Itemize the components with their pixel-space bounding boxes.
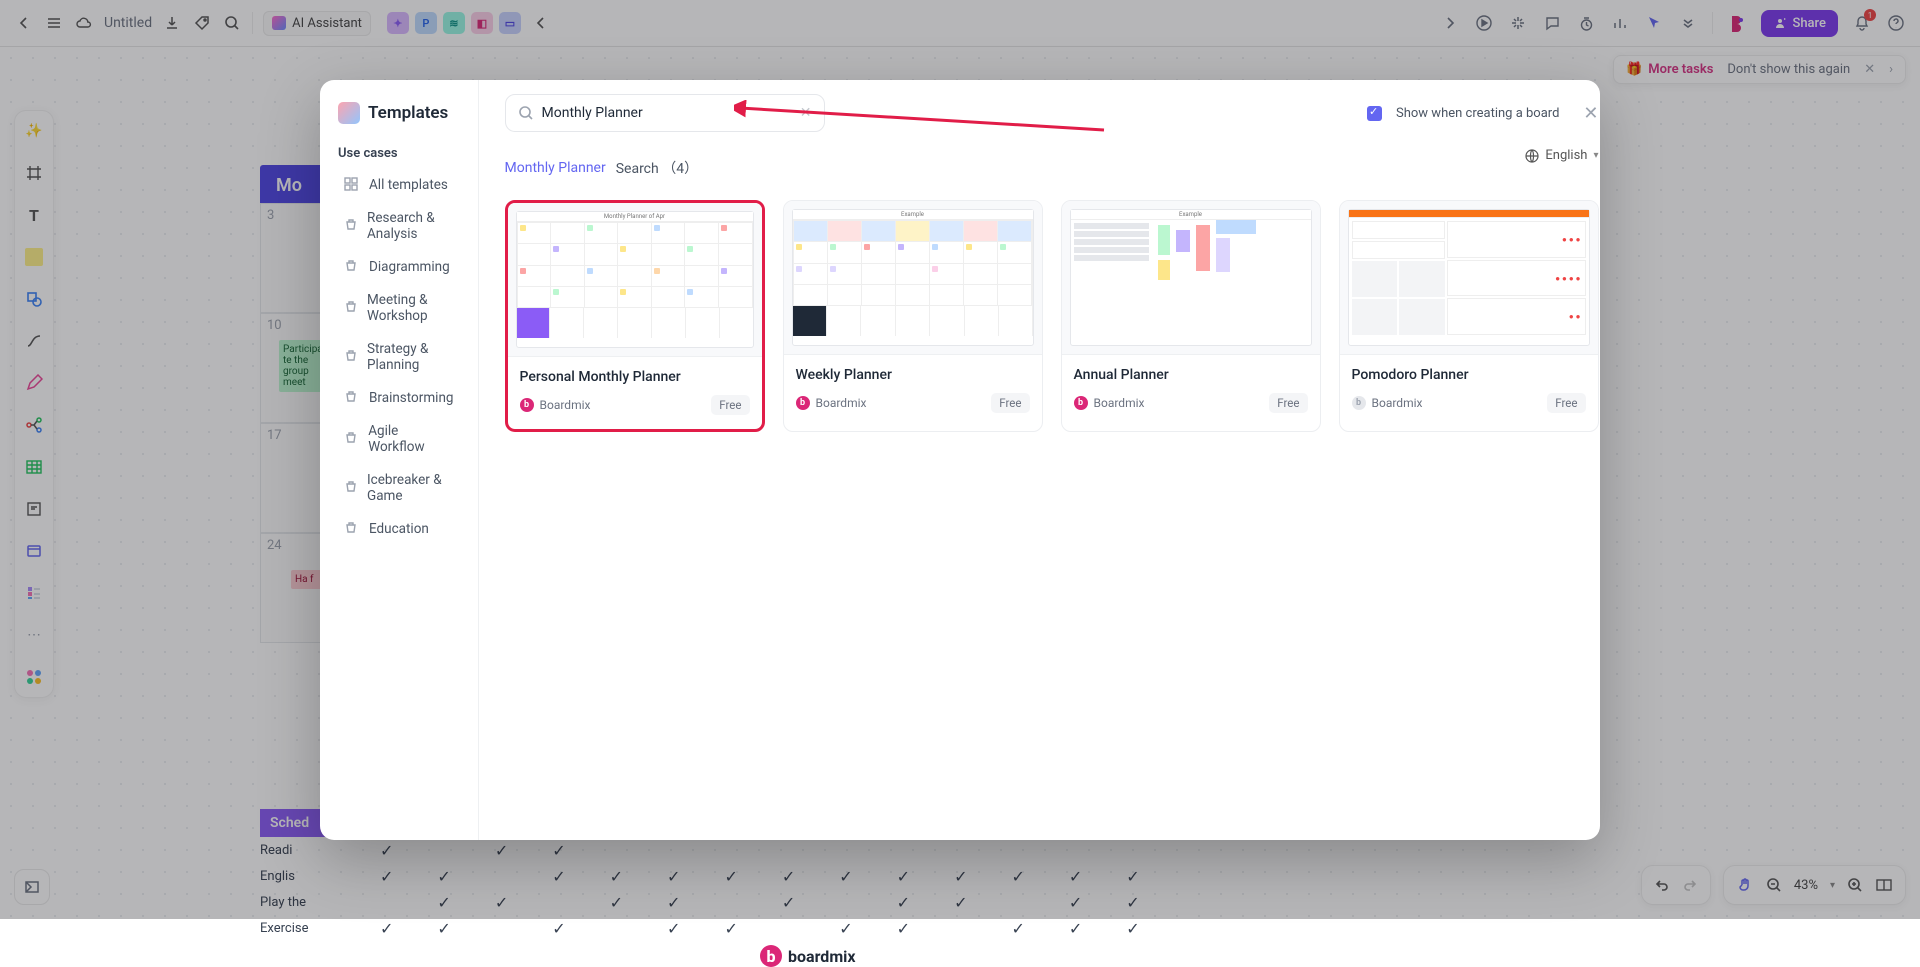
ticks: ✓✓✓✓✓✓✓✓✓✓✓✓✓✓ (380, 919, 1140, 938)
brand-logo-icon: b (796, 396, 810, 410)
templates-icon (338, 102, 360, 124)
template-card-annual[interactable]: Example (1061, 200, 1321, 432)
template-thumbnail: Example (1062, 201, 1320, 355)
templates-main: ✕ Show when creating a board ✕ Monthly P… (479, 80, 1601, 840)
template-price: Free (1269, 393, 1307, 413)
template-card-weekly[interactable]: Example Weekly Planner b Bo (783, 200, 1043, 432)
close-icon[interactable]: ✕ (1583, 103, 1598, 124)
templates-title: Templates (368, 103, 448, 123)
template-price: Free (711, 395, 749, 415)
template-grid: Monthly Planner of Apr Personal Monthly … (505, 200, 1599, 432)
template-brand: Boardmix (816, 396, 867, 410)
category-icon (344, 259, 360, 275)
category-icon (344, 480, 358, 496)
template-brand: Boardmix (1372, 396, 1423, 410)
search-input[interactable] (542, 105, 792, 121)
sidebar-section-title: Use cases (338, 146, 460, 161)
templates-sidebar: Templates Use cases All templates Resear… (320, 80, 479, 840)
template-card-pomodoro[interactable]: ● ● ● ● ● ● ● ● ● Pomodoro Planner b Boa… (1339, 200, 1599, 432)
language-label: English (1545, 148, 1587, 163)
chevron-down-icon: ▾ (1593, 150, 1598, 161)
sidebar-item-education[interactable]: Education (338, 515, 460, 543)
category-icon (344, 431, 359, 447)
clear-icon[interactable]: ✕ (800, 105, 812, 121)
brand-logo-icon: b (1074, 396, 1088, 410)
sidebar-item-research[interactable]: Research & Analysis (338, 204, 460, 248)
template-search[interactable]: ✕ (505, 94, 825, 132)
category-icon (344, 390, 360, 406)
grid-icon (344, 177, 360, 193)
sidebar-item-agile[interactable]: Agile Workflow (338, 417, 460, 461)
template-name: Pomodoro Planner (1352, 367, 1586, 383)
template-price: Free (991, 393, 1029, 413)
sidebar-item-icebreaker[interactable]: Icebreaker & Game (338, 466, 460, 510)
templates-modal: Templates Use cases All templates Resear… (320, 80, 1600, 840)
template-price: Free (1547, 393, 1585, 413)
template-card-personal-monthly[interactable]: Monthly Planner of Apr Personal Monthly … (505, 200, 765, 432)
search-breadcrumb: Monthly Planner Search （4） (505, 158, 1599, 178)
language-selector[interactable]: English ▾ (1525, 148, 1598, 163)
category-icon (344, 300, 358, 316)
boardmix-logo: bboardmix (760, 945, 856, 967)
sidebar-item-strategy[interactable]: Strategy & Planning (338, 335, 460, 379)
schedule-row-label: Exercise (260, 921, 360, 936)
show-when-creating-label: Show when creating a board (1396, 106, 1559, 121)
sidebar-item-all-templates[interactable]: All templates (338, 171, 460, 199)
template-name: Personal Monthly Planner (520, 369, 750, 385)
sidebar-item-diagramming[interactable]: Diagramming (338, 253, 460, 281)
template-thumbnail: Example (784, 201, 1042, 355)
brand-logo-icon: b (520, 398, 534, 412)
category-icon (344, 218, 358, 234)
globe-icon (1525, 149, 1539, 163)
sidebar-item-brainstorming[interactable]: Brainstorming (338, 384, 460, 412)
template-thumbnail: ● ● ● ● ● ● ● ● ● (1340, 201, 1598, 355)
brand-logo-icon: b (1352, 396, 1366, 410)
sidebar-item-meeting[interactable]: Meeting & Workshop (338, 286, 460, 330)
show-when-creating-checkbox[interactable] (1367, 106, 1382, 121)
category-icon (344, 349, 358, 365)
search-icon (518, 105, 534, 121)
category-icon (344, 521, 360, 537)
breadcrumb-query[interactable]: Monthly Planner (505, 160, 606, 176)
template-name: Annual Planner (1074, 367, 1308, 383)
template-name: Weekly Planner (796, 367, 1030, 383)
breadcrumb-count: Search （4） (616, 158, 698, 178)
template-brand: Boardmix (540, 398, 591, 412)
template-brand: Boardmix (1094, 396, 1145, 410)
template-thumbnail: Monthly Planner of Apr (508, 203, 762, 357)
